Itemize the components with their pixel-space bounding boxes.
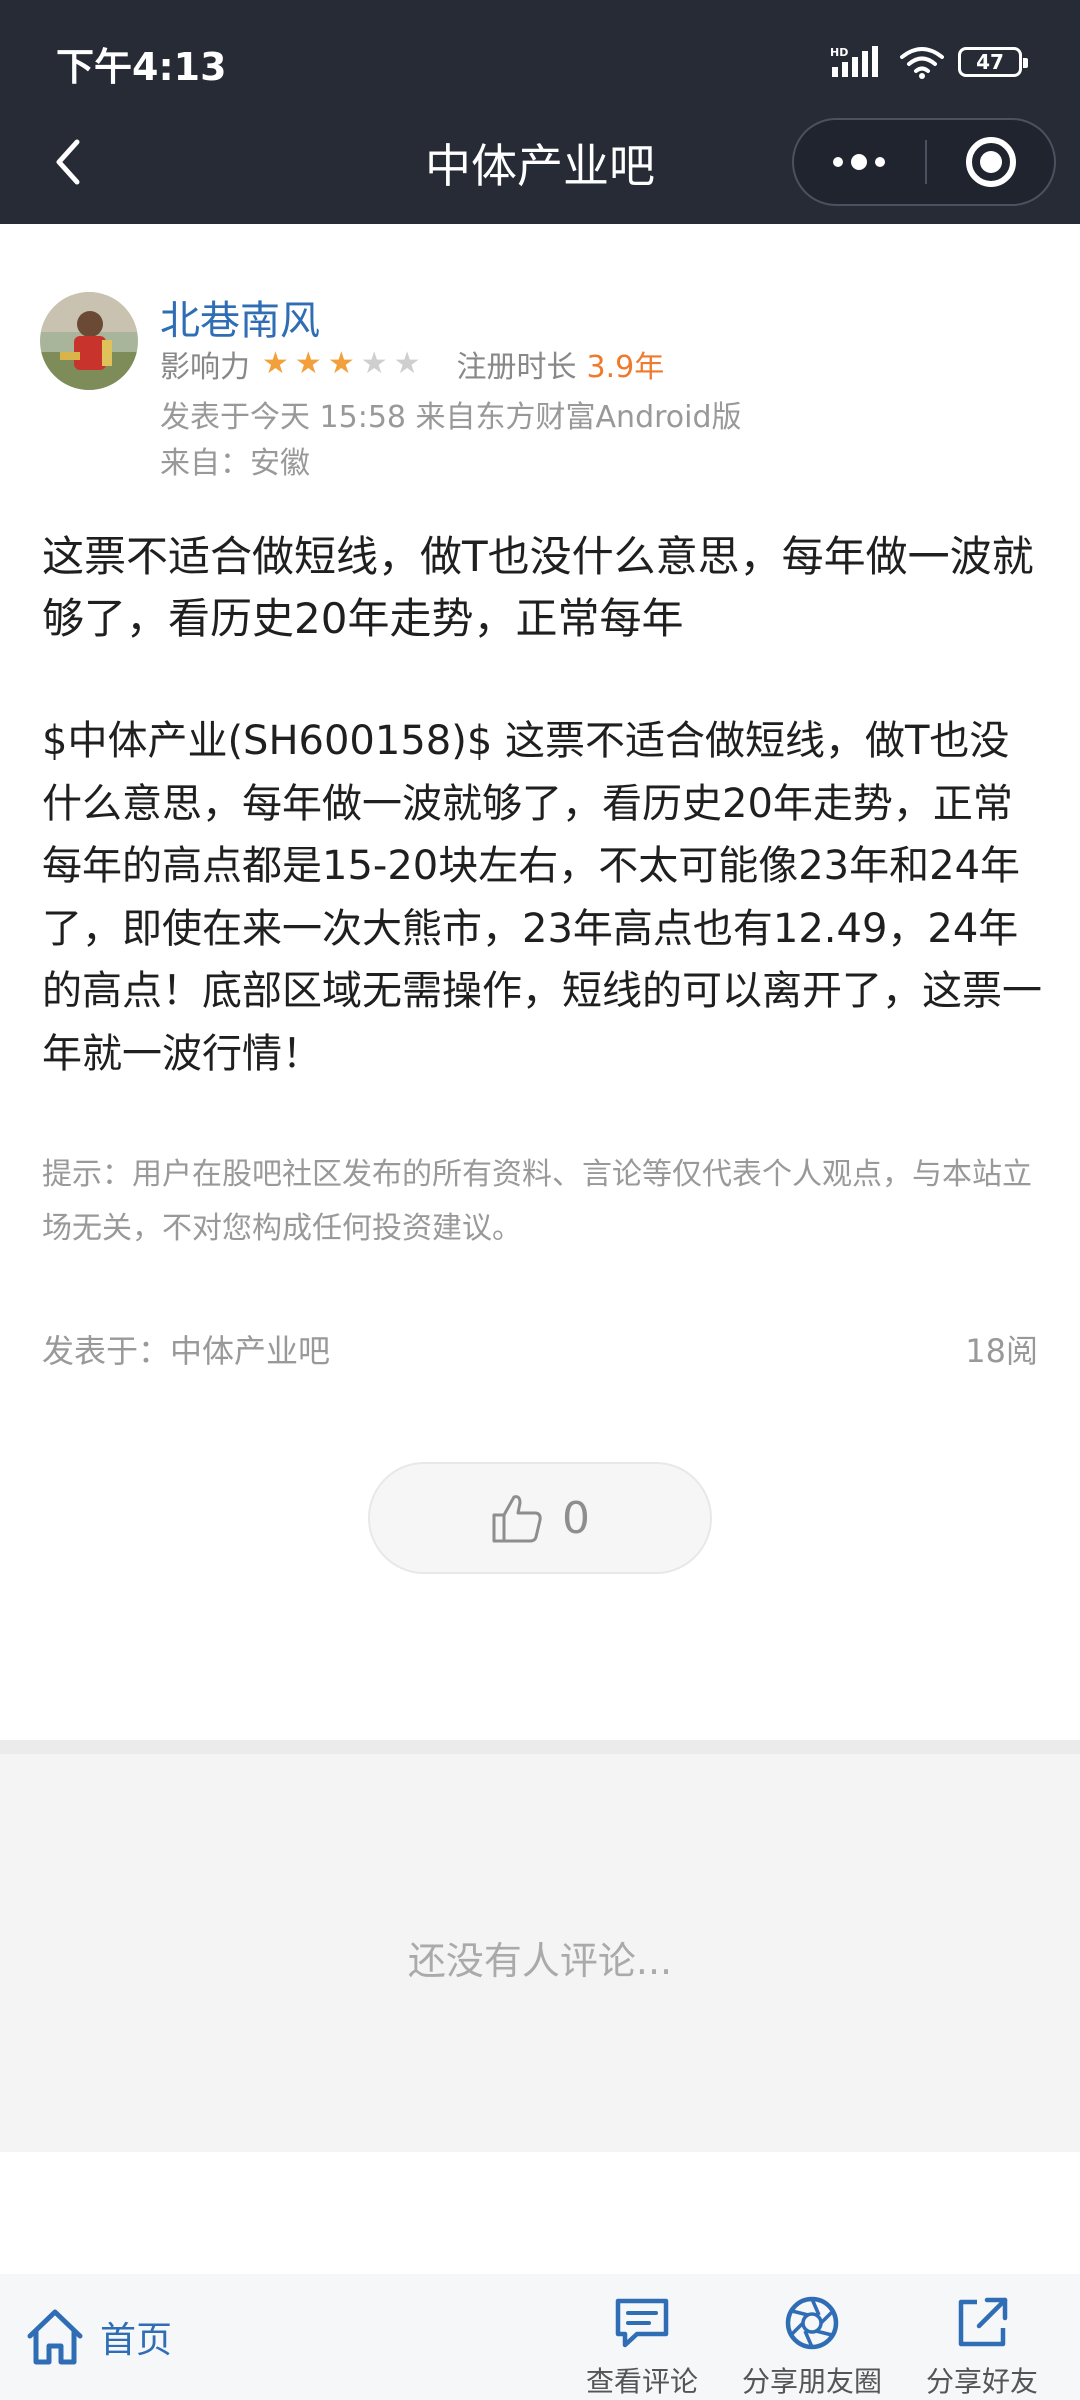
post-title: 这票不适合做短线，做T也没什么意思，每年做一波就够了，看历史20年走势，正常每年 [42,532,1034,643]
posted-in-forum[interactable]: 发表于：中体产业吧 [42,1326,330,1372]
star-filled-icon: ★ [294,346,322,381]
more-dot-icon [833,157,843,167]
disclaimer-tip: 提示：用户在股吧社区发布的所有资料、言论等仅代表个人观点，与本站立场无关，不对您… [42,1157,1032,1246]
bottom-bar: 首页 查看评论 分享朋友圈 分享好友 [0,2274,1080,2400]
register-duration: 3.9年 [586,350,665,385]
share-moments-label: 分享朋友圈 [742,2365,883,2398]
view-comments-button[interactable]: 查看评论 [586,2296,698,2400]
home-button[interactable]: 首页 [24,2302,172,2372]
home-icon [27,2309,83,2365]
more-dot-icon [851,154,867,170]
influence-label: 影响力 [160,350,250,385]
more-dot-icon [875,157,885,167]
comment-icon [615,2298,669,2348]
close-mini-program-button[interactable] [927,120,1055,204]
star-filled-icon: ★ [327,346,355,381]
share-friend-label: 分享好友 [926,2365,1039,2398]
mini-program-capsule [792,118,1056,206]
influence-rating: ★ ★ ★ ★ ★ [262,349,421,379]
wifi-icon [900,47,944,79]
author-name[interactable]: 北巷南风 [160,288,320,346]
like-count: 0 [562,1492,590,1544]
post-body: $中体产业(SH600158)$ 这票不适合做短线，做T也没什么意思，每年做一波… [42,718,1042,1077]
author-meta: 影响力 ★ ★ ★ ★ ★ 注册时长 3.9年 [160,344,665,386]
like-button[interactable]: 0 [368,1462,712,1574]
home-label: 首页 [100,2320,173,2361]
battery-level: 47 [976,50,1004,74]
status-icons: HD 47 [830,42,1028,82]
more-button[interactable] [794,120,924,204]
battery-icon: 47 [958,47,1028,77]
svg-text:HD: HD [830,46,848,59]
cellular-signal-icon: HD [830,46,878,77]
nav-bar: 中体产业吧 [0,112,1080,212]
star-empty-icon: ★ [360,346,388,381]
aperture-icon [785,2296,839,2350]
status-time: 下午4:13 [56,45,227,89]
avatar[interactable] [40,292,138,390]
status-bar: 下午4:13 HD 47 [0,0,1080,120]
register-label: 注册时长 [456,350,577,385]
read-count: 18阅 [965,1332,1038,1370]
share-friend-button[interactable]: 分享好友 [926,2296,1038,2400]
target-icon [966,137,1016,187]
star-empty-icon: ★ [393,346,421,381]
share-external-icon [958,2297,1008,2347]
post-time: 发表于今天 15:58 来自东方财富Android版 [160,400,742,435]
share-moments-button[interactable]: 分享朋友圈 [742,2296,882,2400]
post-location: 来自：安徽 [160,446,310,481]
header: 下午4:13 HD 47 中体产业吧 [0,0,1080,224]
section-divider [0,1740,1080,1754]
empty-comments-text: 还没有人评论... [407,1939,673,1983]
avatar-image [40,292,138,390]
thumbs-up-icon [492,1495,542,1543]
view-comments-label: 查看评论 [586,2365,699,2398]
star-filled-icon: ★ [262,346,289,381]
